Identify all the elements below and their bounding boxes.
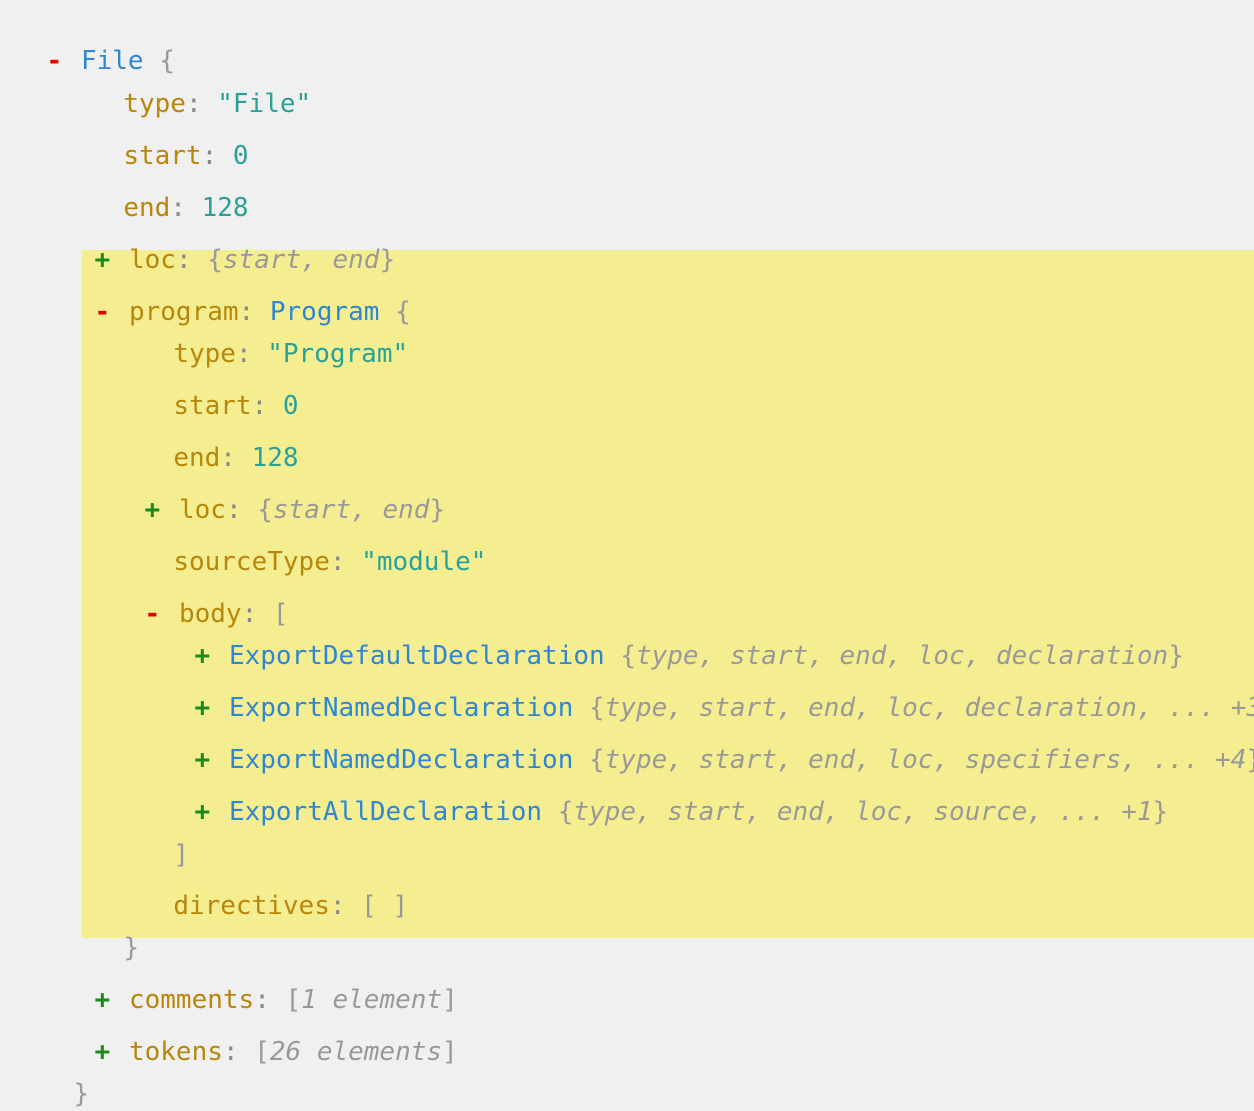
expand-toggle-tokens[interactable]: + [91, 1035, 113, 1069]
program-field-end[interactable]: end: 128 [142, 407, 298, 473]
expand-toggle-item[interactable]: + [191, 795, 213, 829]
root-field-end[interactable]: end: 128 [92, 157, 248, 223]
program-field-sourcetype[interactable]: sourceType: "module" [142, 511, 486, 577]
body-item[interactable]: + ExportAllDeclaration {type, start, end… [160, 761, 1168, 827]
root-field-start[interactable]: start: 0 [92, 105, 248, 171]
item-summary: type, start, end, loc, source, ... +1 [573, 797, 1153, 827]
root-field-tokens[interactable]: + tokens: [26 elements] [60, 1001, 457, 1067]
collapse-toggle-program[interactable]: - [91, 295, 113, 329]
root-close-brace: } [73, 1079, 89, 1109]
field-value: "module" [361, 547, 487, 577]
field-value: [ ] [361, 891, 409, 921]
collapse-toggle-root[interactable]: - [43, 44, 65, 78]
body-item[interactable]: + ExportDefaultDeclaration {type, start,… [160, 605, 1183, 671]
root-field-comments[interactable]: + comments: [1 element] [60, 949, 457, 1015]
root-node-header[interactable]: - File { [12, 10, 174, 76]
body-item[interactable]: + ExportNamedDeclaration {type, start, e… [160, 657, 1254, 723]
field-key: tokens [128, 1037, 223, 1067]
item-type-name[interactable]: ExportAllDeclaration [229, 797, 542, 827]
program-field-directives[interactable]: directives: [ ] [142, 855, 408, 921]
body-close-bracket: ] [173, 840, 189, 870]
program-node-header[interactable]: - program: Program { [60, 261, 410, 327]
root-field-loc[interactable]: + loc: {start, end} [60, 209, 395, 275]
body-item[interactable]: + ExportNamedDeclaration {type, start, e… [160, 709, 1254, 775]
program-field-body[interactable]: - body: [ [110, 563, 288, 629]
field-key: directives [173, 891, 330, 921]
program-close-brace: } [123, 933, 139, 963]
program-field-start[interactable]: start: 0 [142, 355, 298, 421]
root-field-type[interactable]: type: "File" [92, 53, 311, 119]
field-summary: 26 elements [269, 1037, 443, 1067]
program-field-type[interactable]: type: "Program" [142, 303, 408, 369]
program-field-loc[interactable]: + loc: {start, end} [110, 459, 445, 525]
